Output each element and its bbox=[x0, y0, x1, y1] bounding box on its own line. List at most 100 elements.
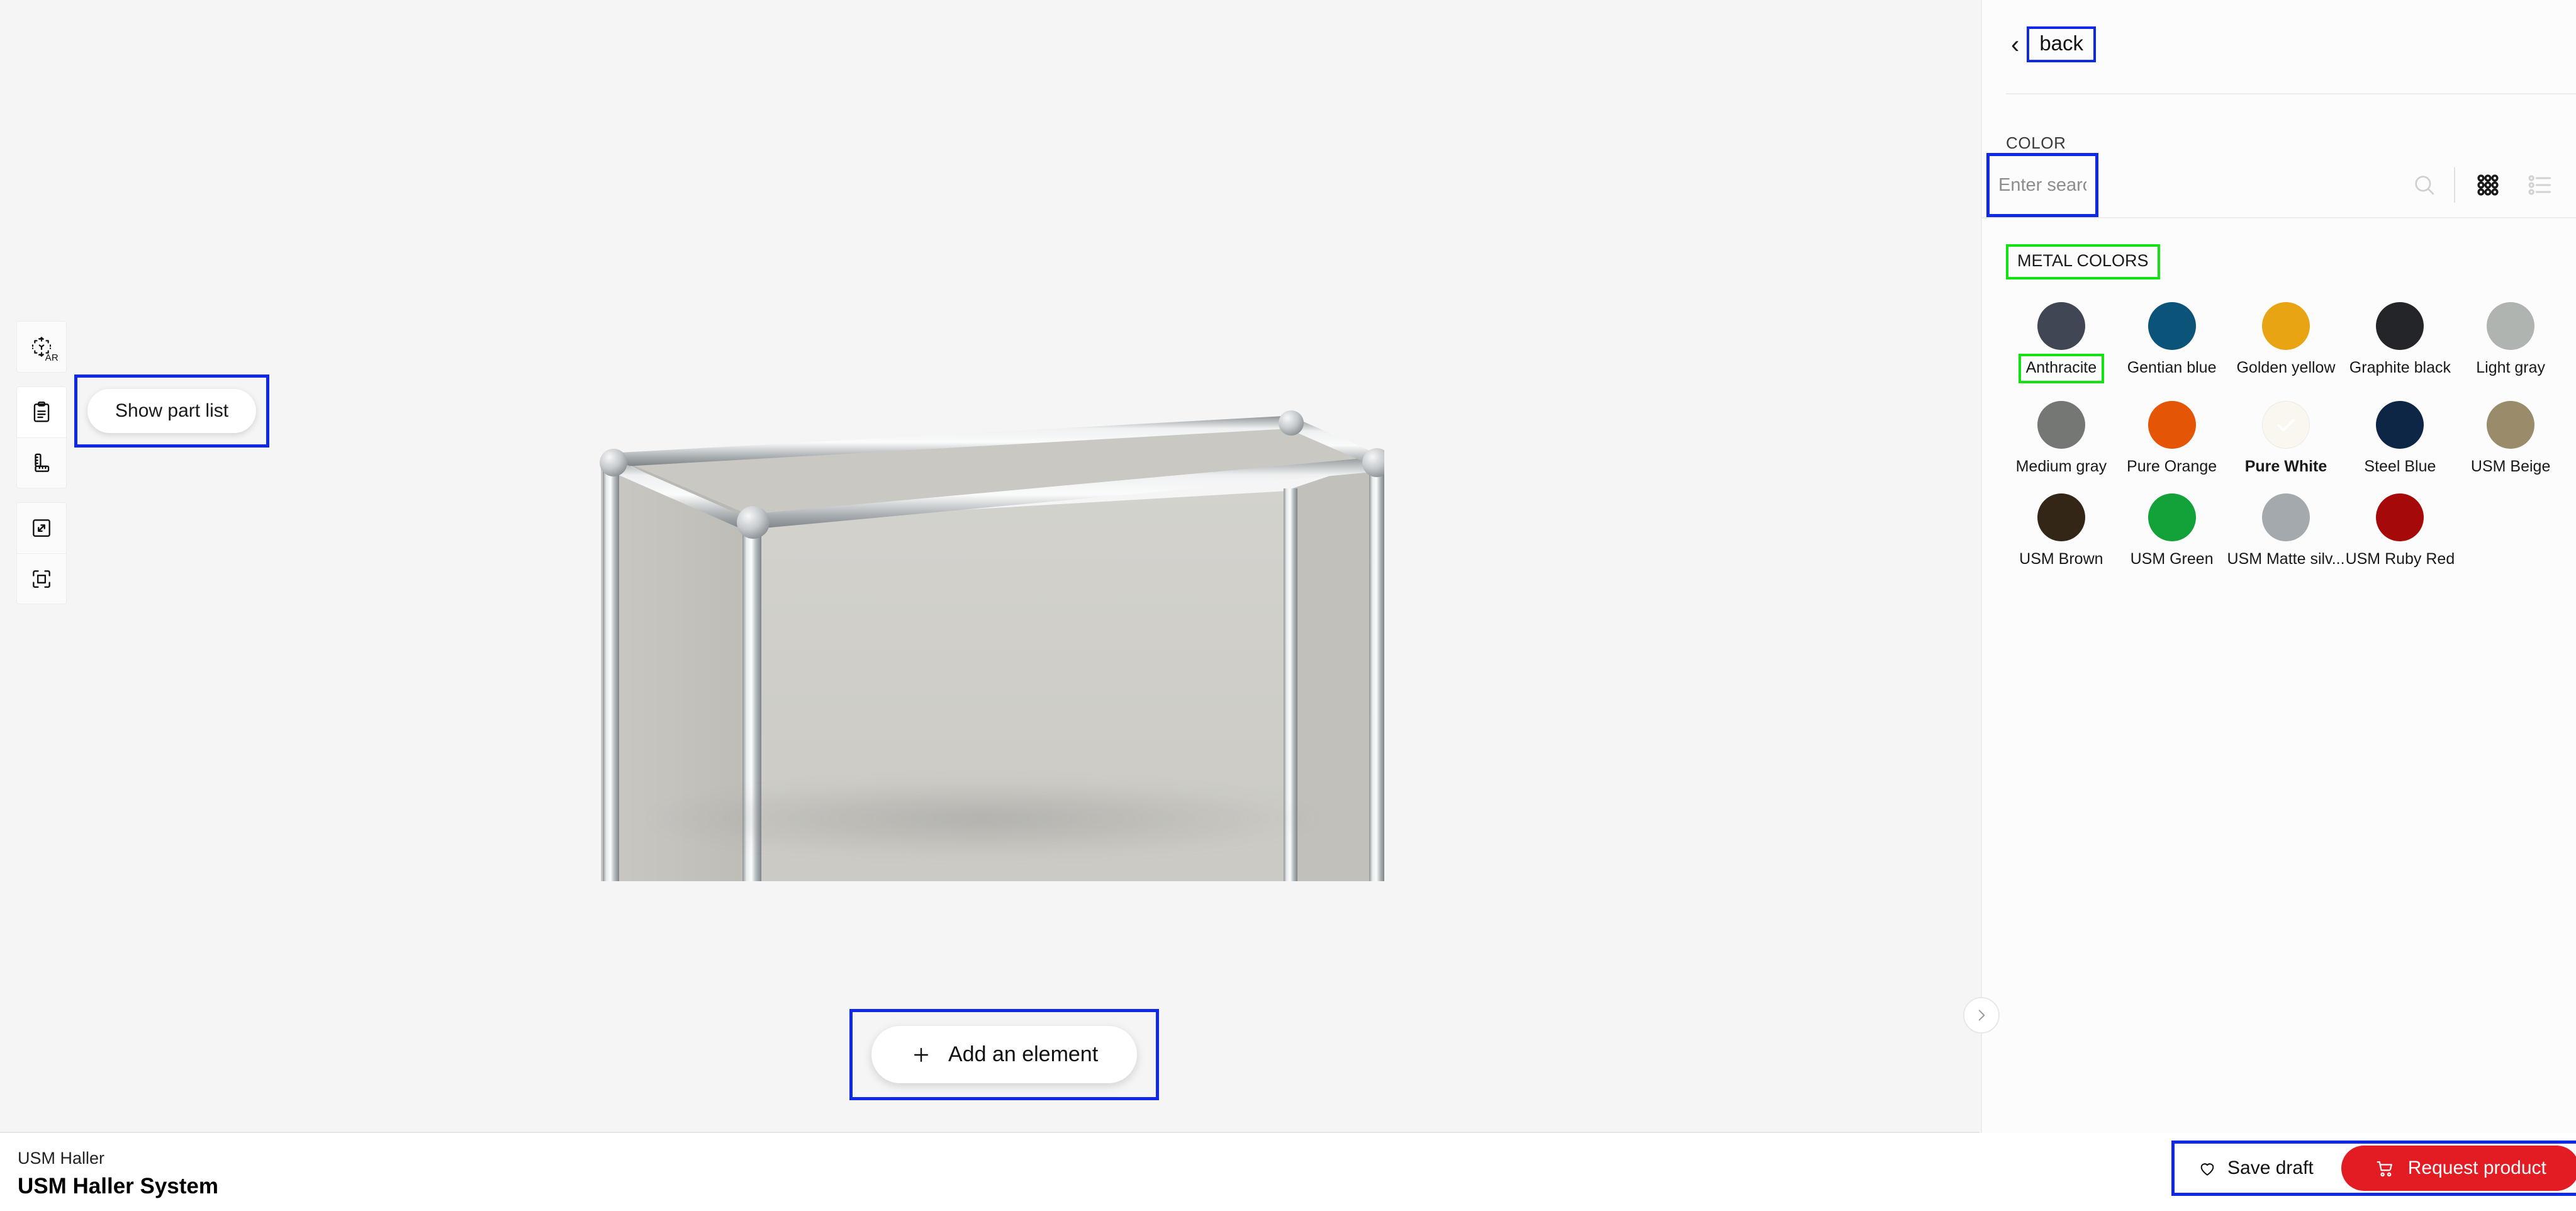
check-icon bbox=[2277, 419, 2295, 432]
color-swatch[interactable]: Medium gray bbox=[2006, 401, 2117, 476]
chevron-left-icon[interactable]: ‹ bbox=[2006, 32, 2024, 57]
color-swatch-dot bbox=[2037, 493, 2085, 541]
color-swatch[interactable]: USM Green bbox=[2117, 493, 2227, 568]
fit-to-view-button[interactable] bbox=[17, 553, 66, 604]
save-draft-button[interactable]: Save draft bbox=[2175, 1144, 2341, 1193]
color-swatch-dot bbox=[2262, 493, 2310, 541]
add-element-label: Add an element bbox=[948, 1042, 1099, 1066]
color-swatch-dot bbox=[2262, 401, 2310, 449]
search-button[interactable] bbox=[2395, 172, 2454, 198]
search-input-highlight bbox=[1986, 153, 2098, 217]
color-swatch-dot bbox=[2487, 401, 2535, 449]
color-swatch[interactable]: USM Matte silv... bbox=[2227, 493, 2345, 568]
product-title: USM Haller System bbox=[18, 1173, 219, 1198]
color-swatch-dot bbox=[2148, 302, 2196, 350]
header-divider bbox=[2006, 93, 2576, 94]
color-config-panel: ‹ back COLOR Enter search ... METAL COLO… bbox=[1981, 0, 2576, 1133]
color-swatch-dot bbox=[2376, 401, 2424, 449]
color-swatch-label: Pure Orange bbox=[2127, 458, 2217, 475]
color-swatch[interactable]: Graphite black bbox=[2345, 302, 2456, 383]
color-swatch[interactable]: Pure White bbox=[2227, 401, 2344, 476]
color-swatch-dot bbox=[2376, 302, 2424, 350]
tool-group-view bbox=[16, 502, 67, 604]
color-swatch-dot bbox=[2037, 401, 2085, 449]
color-swatch-label: Gentian blue bbox=[2127, 359, 2217, 376]
color-swatch[interactable]: Light gray bbox=[2455, 302, 2566, 383]
part-list-button[interactable] bbox=[17, 387, 66, 437]
add-element-button[interactable]: Add an element bbox=[871, 1026, 1138, 1083]
back-button[interactable]: back bbox=[2027, 26, 2097, 63]
part-list-tooltip-label: Show part list bbox=[87, 389, 257, 433]
color-swatch-dot bbox=[2376, 493, 2424, 541]
color-swatch-dot bbox=[2148, 493, 2196, 541]
color-swatch[interactable]: USM Beige bbox=[2455, 401, 2566, 476]
usm-haller-3d-model[interactable] bbox=[554, 365, 1476, 1211]
product-brand: USM Haller bbox=[18, 1149, 105, 1168]
color-swatch-label: Anthracite bbox=[2018, 354, 2105, 383]
dimensions-button[interactable] bbox=[17, 437, 66, 488]
ar-view-button[interactable]: AR bbox=[17, 322, 66, 372]
3d-viewport[interactable]: AR Show part list Add an element bbox=[0, 0, 1980, 1211]
plus-icon bbox=[914, 1047, 929, 1062]
search-input[interactable] bbox=[1990, 156, 2095, 214]
grid-view-icon bbox=[2477, 174, 2499, 196]
expand-arrows-icon bbox=[33, 519, 50, 537]
color-swatch[interactable]: Gentian blue bbox=[2117, 302, 2227, 383]
cart-icon bbox=[2377, 1161, 2392, 1177]
color-swatch[interactable]: Golden yellow bbox=[2227, 302, 2344, 383]
configurator-app: AR Show part list Add an element ‹ back … bbox=[0, 0, 2576, 1211]
color-swatch-label: USM Beige bbox=[2470, 458, 2551, 475]
color-swatch-dot bbox=[2262, 302, 2310, 350]
save-draft-label: Save draft bbox=[2227, 1157, 2314, 1178]
tool-group-info bbox=[16, 386, 67, 488]
color-swatch-dot bbox=[2037, 302, 2085, 350]
grid-view-button[interactable] bbox=[2455, 171, 2517, 199]
color-swatch-label: Steel Blue bbox=[2364, 458, 2436, 475]
request-product-button[interactable]: Request product bbox=[2341, 1146, 2576, 1191]
back-row: ‹ back bbox=[2006, 26, 2097, 63]
color-swatch-label: USM Brown bbox=[2019, 550, 2103, 568]
request-product-label: Request product bbox=[2407, 1157, 2546, 1178]
color-swatch-label: USM Ruby Red bbox=[2345, 550, 2455, 568]
color-swatch[interactable]: Anthracite bbox=[2006, 302, 2117, 383]
metal-colors-group-highlight: METAL COLORS bbox=[2006, 244, 2160, 280]
panel-collapse-button[interactable] bbox=[1963, 997, 2000, 1034]
ar-label: AR bbox=[45, 352, 59, 363]
color-swatch-grid: Anthracite Gentian blue Golden yellow Graph… bbox=[2006, 302, 2566, 568]
tool-group-ar: AR bbox=[16, 321, 67, 373]
color-swatch-label: Pure White bbox=[2244, 458, 2327, 475]
expand-button[interactable] bbox=[17, 503, 66, 553]
clipboard-icon bbox=[33, 401, 50, 422]
list-view-button[interactable] bbox=[2517, 171, 2560, 199]
part-list-tooltip: Show part list bbox=[74, 375, 270, 448]
color-swatch-label: Golden yellow bbox=[2236, 359, 2336, 376]
bottom-actions-highlight: Save draft Request product bbox=[2171, 1141, 2576, 1196]
back-button-label: back bbox=[2039, 31, 2084, 55]
color-swatch-label: USM Matte silv... bbox=[2227, 550, 2345, 568]
color-swatch-dot bbox=[2148, 401, 2196, 449]
heart-icon bbox=[2200, 1163, 2214, 1176]
metal-colors-group-label: METAL COLORS bbox=[2017, 251, 2149, 270]
color-section-label: COLOR bbox=[2006, 133, 2066, 152]
search-actions bbox=[2395, 153, 2560, 217]
viewport-tool-rail: AR bbox=[16, 321, 67, 604]
color-swatch-label: Light gray bbox=[2476, 359, 2546, 376]
color-swatch[interactable]: USM Ruby Red bbox=[2345, 493, 2456, 568]
search-row bbox=[1982, 153, 2576, 218]
chevron-right-icon bbox=[1978, 1010, 1985, 1021]
color-swatch-label: Medium gray bbox=[2015, 458, 2107, 475]
color-swatch[interactable]: Pure Orange bbox=[2117, 401, 2227, 476]
panel-header: ‹ back bbox=[1982, 0, 2576, 94]
color-swatch-label: Graphite black bbox=[2349, 359, 2451, 376]
model-shadow bbox=[648, 780, 1315, 856]
search-icon bbox=[2415, 176, 2434, 195]
color-swatch-label: USM Green bbox=[2130, 550, 2214, 568]
frame-icon bbox=[33, 570, 50, 588]
add-element-highlight: Add an element bbox=[849, 1009, 1160, 1100]
color-swatch[interactable]: Steel Blue bbox=[2345, 401, 2456, 476]
ruler-icon bbox=[35, 453, 50, 472]
color-swatch[interactable]: USM Brown bbox=[2006, 493, 2117, 568]
list-view-icon bbox=[2528, 175, 2551, 195]
color-swatch-dot bbox=[2487, 302, 2535, 350]
product-meta: USM Haller USM Haller System bbox=[18, 1146, 218, 1201]
